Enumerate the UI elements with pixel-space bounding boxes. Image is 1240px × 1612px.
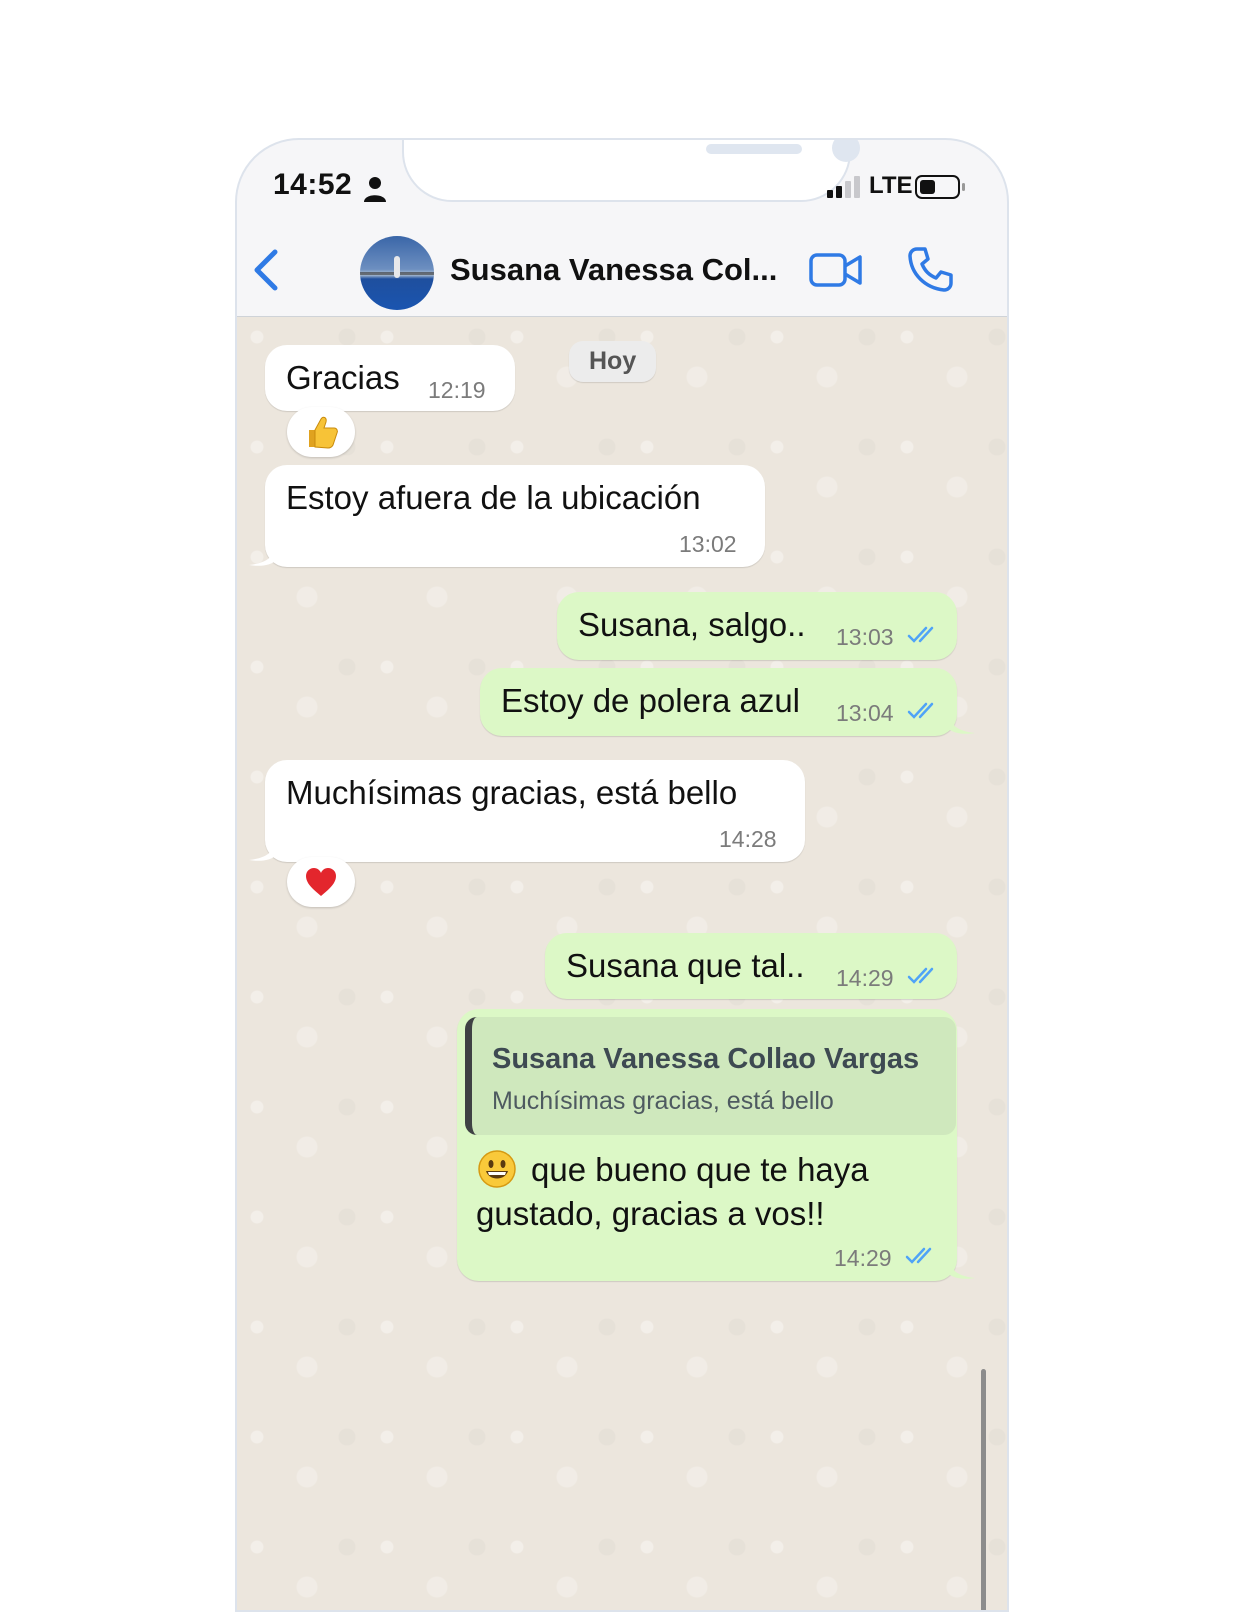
quoted-author: Susana Vanessa Collao Vargas	[492, 1043, 920, 1075]
read-ticks-icon	[907, 702, 934, 719]
message-time: 12:19	[428, 377, 486, 403]
bubble-tail	[249, 842, 275, 861]
reaction-badge[interactable]	[287, 857, 355, 907]
contact-avatar[interactable]	[360, 236, 434, 310]
scrollbar[interactable]	[981, 1369, 986, 1610]
message-text: Muchísimas gracias, está bello	[286, 774, 738, 811]
back-chevron-icon[interactable]	[251, 248, 281, 292]
message-time: 14:29	[834, 1245, 892, 1271]
phone-frame: 14:52 LTE Susana Vanessa Col... Hoy Grac…	[235, 138, 1009, 1612]
quoted-message[interactable]: Susana Vanessa Collao Vargas Muchísimas …	[465, 1017, 956, 1135]
quoted-text: Muchísimas gracias, está bello	[492, 1087, 834, 1115]
read-ticks-icon	[907, 626, 934, 643]
bubble-tail	[949, 1260, 975, 1279]
message-text-line-2: gustado, gracias a vos!!	[476, 1195, 825, 1232]
person-icon	[364, 177, 386, 202]
video-call-icon[interactable]	[809, 250, 863, 290]
read-ticks-icon	[907, 967, 934, 984]
message-incoming[interactable]: Gracias 12:19	[265, 345, 515, 411]
message-time: 13:04	[836, 700, 894, 726]
message-text-line-1: que bueno que te haya	[531, 1151, 869, 1188]
red-heart-icon	[306, 868, 336, 896]
message-text: Estoy afuera de la ubicación	[286, 479, 701, 516]
chat-header: Susana Vanessa Col...	[237, 220, 1007, 317]
message-text: Gracias	[286, 359, 400, 396]
message-text: Estoy de polera azul	[501, 682, 801, 719]
message-text: Susana, salgo..	[578, 606, 806, 643]
message-outgoing[interactable]: Susana, salgo.. 13:03	[557, 592, 957, 660]
signal-bars-icon	[827, 176, 860, 198]
bubble-tail	[949, 715, 975, 734]
date-divider: Hoy	[569, 341, 657, 382]
read-ticks-icon	[905, 1247, 932, 1264]
contact-name[interactable]: Susana Vanessa Col...	[450, 252, 777, 288]
message-time: 14:29	[836, 965, 894, 991]
message-time: 13:03	[836, 624, 894, 650]
chat-area[interactable]: Hoy Gracias 12:19 Estoy afuera de la ubi…	[237, 317, 1007, 1610]
grinning-face-icon	[478, 1150, 516, 1188]
front-camera	[832, 140, 860, 162]
phone-call-icon[interactable]	[907, 246, 953, 292]
bubble-tail	[249, 547, 275, 566]
notch	[402, 140, 860, 202]
battery-icon	[915, 175, 965, 199]
message-outgoing-reply[interactable]: Susana Vanessa Collao Vargas Muchísimas …	[457, 1009, 957, 1281]
message-text: Susana que tal..	[566, 947, 805, 984]
message-time: 14:28	[719, 826, 777, 852]
network-type: LTE	[869, 172, 913, 199]
message-outgoing[interactable]: Susana que tal.. 14:29	[545, 933, 957, 999]
status-time: 14:52	[273, 168, 353, 201]
message-time: 13:02	[679, 531, 737, 557]
speaker-grill	[706, 144, 802, 154]
reaction-badge[interactable]	[287, 407, 355, 457]
thumbs-up-icon	[309, 416, 338, 449]
message-incoming[interactable]: Estoy afuera de la ubicación 13:02	[265, 465, 765, 567]
message-incoming[interactable]: Muchísimas gracias, está bello 14:28	[265, 760, 805, 862]
message-outgoing[interactable]: Estoy de polera azul 13:04	[480, 668, 957, 736]
